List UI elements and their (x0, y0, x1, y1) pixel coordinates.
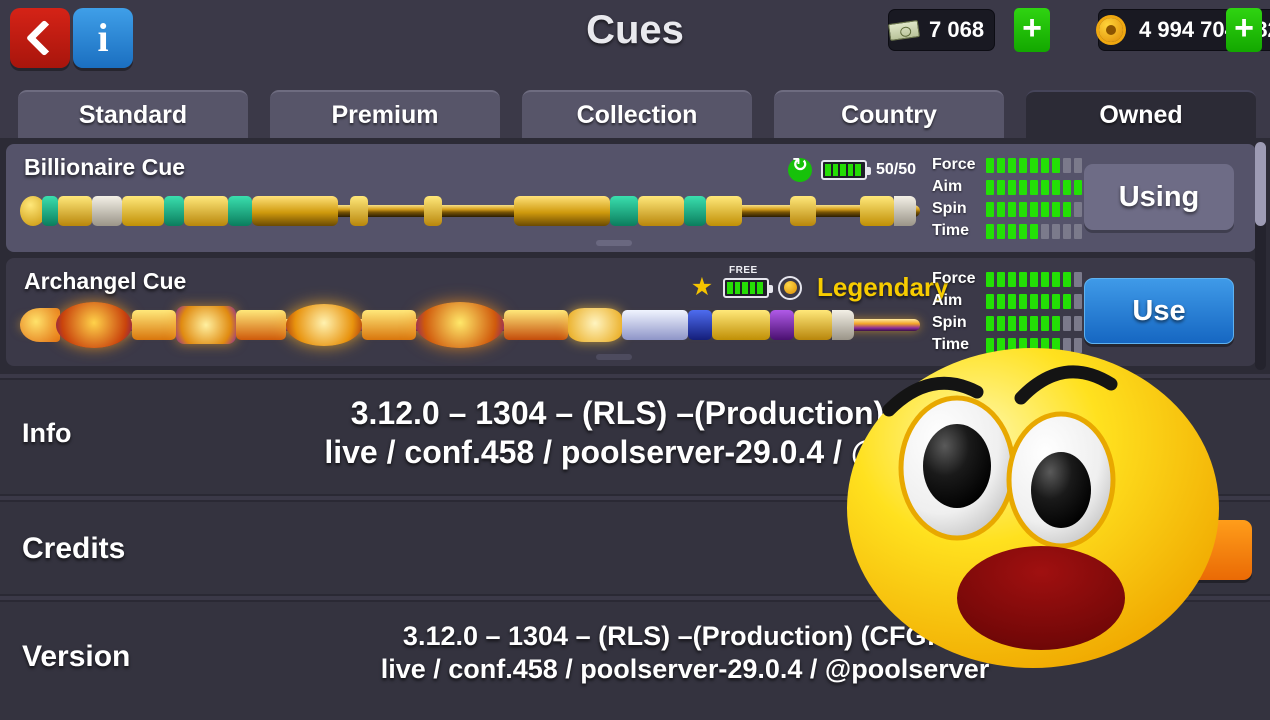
page-title: Cues (586, 8, 684, 52)
battery-icon (723, 277, 773, 298)
info-value: 3.12.0 – 1304 – (RLS) –(Production) (CFG… (120, 394, 1250, 472)
stat-aim: Aim (932, 176, 1082, 198)
version-line-1: 3.12.0 – 1304 – (RLS) –(Production) (CFG… (402, 621, 968, 651)
stat-label: Spin (932, 200, 967, 217)
stat-aim: Aim (932, 290, 1082, 312)
cash-balance[interactable]: 7 068 (887, 9, 996, 51)
cue-row-archangel[interactable]: Archangel Cue ★ FREE Legendary Force Aim… (6, 258, 1256, 366)
version-label: Version (22, 640, 131, 673)
cue-name: Billionaire Cue (24, 154, 186, 180)
stat-force: Force (932, 268, 1082, 290)
cue-status-badges: 50/50 (788, 154, 917, 182)
cue-grip-handle (596, 354, 632, 360)
cue-name: Archangel Cue (24, 268, 187, 294)
stat-meter (986, 271, 1082, 287)
list-scrollbar[interactable] (1255, 142, 1266, 370)
using-button[interactable]: Using (1084, 164, 1234, 230)
cue-artwork-archangel (20, 302, 920, 348)
stat-meter (986, 293, 1082, 309)
stat-meter (986, 315, 1082, 331)
cue-row-billionaire[interactable]: Billionaire Cue ↻ 50/50 Force Aim Spin T… (6, 144, 1256, 252)
stat-label: Time (932, 336, 970, 353)
cue-shop-screen: i Cues 7 068 + 4 994 704 182 + Standard … (0, 0, 1270, 720)
add-coins-button[interactable]: + (1226, 8, 1262, 52)
info-line-1: 3.12.0 – 1304 – (RLS) –(Production) (CFG… (350, 395, 1020, 431)
cue-stats: Force Aim Spin Time (932, 154, 1082, 242)
cash-value: 7 068 (929, 17, 985, 42)
stat-label: Time (932, 222, 970, 239)
stat-spin: Spin (932, 198, 1082, 220)
use-button[interactable]: Use (1084, 278, 1234, 344)
credits-panel[interactable]: Credits (0, 500, 1270, 596)
stat-label: Force (932, 270, 976, 287)
orange-action-button[interactable] (1188, 520, 1252, 580)
info-line-2: live / conf.458 / poolserver-29.0.4 / @p… (324, 434, 1046, 471)
cue-list: Billionaire Cue ↻ 50/50 Force Aim Spin T… (0, 138, 1270, 374)
version-value: 3.12.0 – 1304 – (RLS) –(Production) (CFG… (120, 620, 1250, 686)
tab-standard[interactable]: Standard (18, 90, 248, 138)
stat-meter (986, 337, 1082, 353)
stat-time: Time (932, 334, 1082, 356)
stat-spin: Spin (932, 312, 1082, 334)
battery-icon (821, 160, 871, 180)
stat-meter (986, 223, 1082, 239)
rarity-label: Legendary (817, 272, 949, 302)
stat-meter (986, 157, 1082, 173)
star-icon: ★ (690, 271, 714, 301)
credits-label: Credits (22, 532, 126, 565)
scrollbar-thumb[interactable] (1255, 142, 1266, 226)
tab-bar: Standard Premium Collection Country Owne… (0, 78, 1270, 138)
version-line-2: live / conf.458 / poolserver-29.0.4 / @p… (380, 653, 990, 684)
stat-label: Aim (932, 292, 963, 309)
coin-gear-icon (1099, 18, 1137, 42)
legendary-coin-icon (778, 275, 802, 300)
version-panel: Version 3.12.0 – 1304 – (RLS) –(Producti… (0, 600, 1270, 720)
stat-label: Aim (932, 178, 963, 195)
cash-stack-icon (887, 19, 927, 41)
tab-owned[interactable]: Owned (1026, 90, 1256, 138)
header-bar: i Cues 7 068 + 4 994 704 182 + (0, 0, 1270, 78)
tab-country[interactable]: Country (774, 90, 1004, 138)
info-panel: Info 3.12.0 – 1304 – (RLS) –(Production)… (0, 378, 1270, 496)
add-cash-button[interactable]: + (1014, 8, 1050, 52)
cue-status-badges: ★ FREE Legendary (690, 265, 949, 303)
tab-premium[interactable]: Premium (270, 90, 500, 138)
cue-artwork-billionaire (20, 188, 920, 234)
stat-force: Force (932, 154, 1082, 176)
stat-label: Spin (932, 314, 967, 331)
tab-collection[interactable]: Collection (522, 90, 752, 138)
stat-meter (986, 179, 1082, 195)
stat-meter (986, 201, 1082, 217)
stat-time: Time (932, 220, 1082, 242)
recycle-icon[interactable] (788, 154, 812, 182)
free-tag: FREE (729, 264, 758, 276)
info-label: Info (22, 418, 72, 448)
battery-label: 50/50 (876, 161, 917, 178)
cue-stats: Force Aim Spin Time (932, 268, 1082, 356)
stat-label: Force (932, 156, 976, 173)
cue-grip-handle (596, 240, 632, 246)
